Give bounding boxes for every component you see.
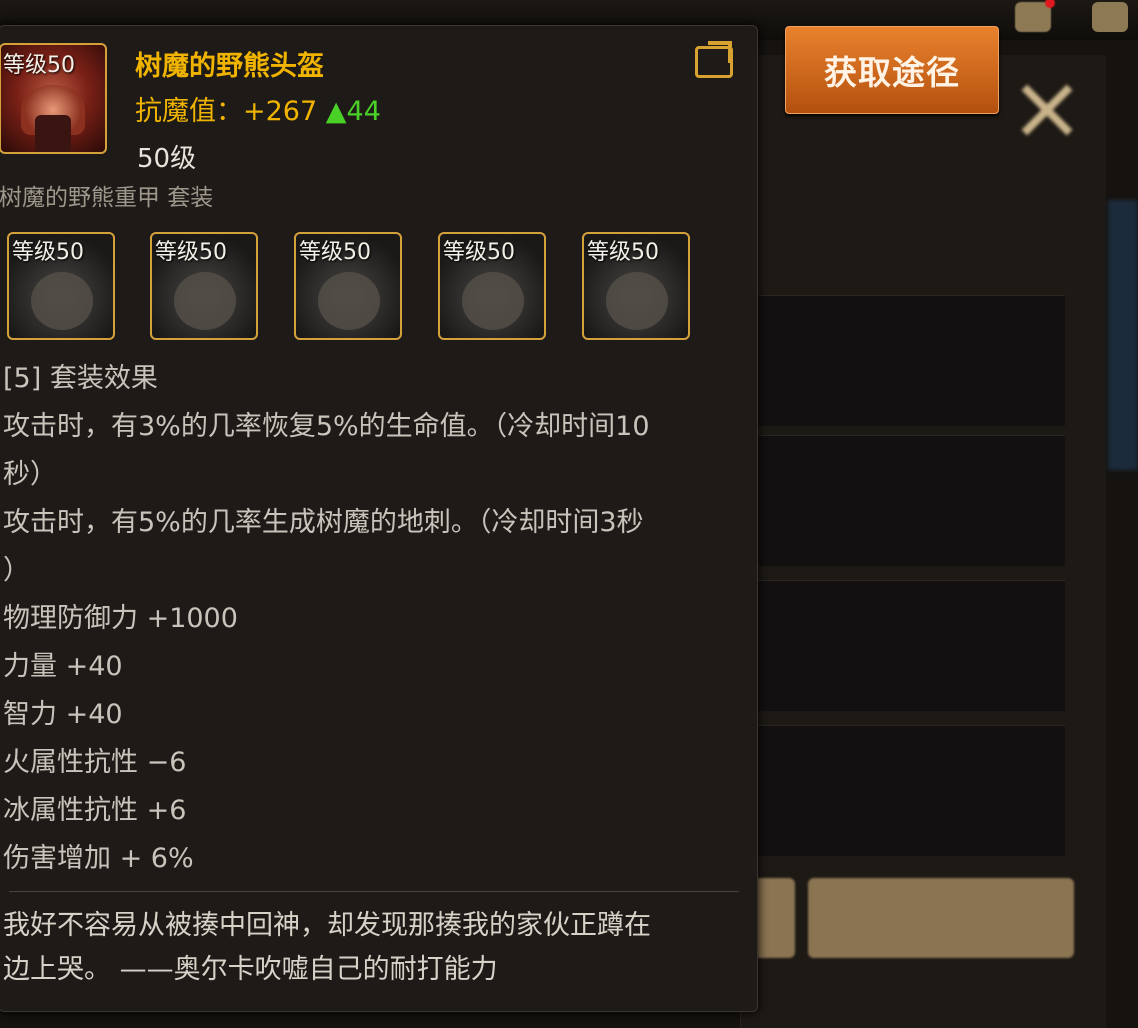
set-effect-line: 秒） (3, 459, 57, 490)
set-name: 树魔的野熊重甲 套装 (0, 185, 214, 211)
set-piece-slot[interactable]: 等级50 (150, 232, 258, 340)
chat-icon[interactable] (1092, 2, 1128, 32)
armor-icon (31, 272, 93, 330)
required-level: 50级 (137, 144, 197, 174)
belt-icon (462, 272, 524, 330)
attribute-line: 冰属性抗性 +6 (3, 795, 187, 826)
set-piece-level: 等级50 (12, 240, 84, 265)
set-piece-slot[interactable]: 等级50 (582, 232, 690, 340)
stat-value: +267 (243, 96, 318, 127)
background-list-row (750, 435, 1065, 566)
set-piece-slot[interactable]: 等级50 (294, 232, 402, 340)
set-piece-slot[interactable]: 等级50 (7, 232, 115, 340)
lore-line: 我好不容易从被揍中回神，却发现那揍我的家伙正蹲在 (3, 910, 651, 941)
attribute-line: 智力 +40 (3, 699, 123, 730)
set-piece-level: 等级50 (443, 240, 515, 265)
set-effect-line: 攻击时，有5%的几率生成树魔的地刺。（冷却时间3秒 (3, 507, 644, 538)
acquire-route-label: 获取途径 (824, 53, 960, 92)
set-piece-slot[interactable]: 等级50 (438, 232, 546, 340)
close-icon[interactable] (1015, 78, 1079, 142)
item-name: 树魔的野熊头盔 (135, 51, 324, 82)
acquire-route-button[interactable]: 获取途径 (785, 26, 999, 114)
shoulder-icon (318, 272, 380, 330)
set-piece-level: 等级50 (155, 240, 227, 265)
background-list-row (750, 725, 1065, 856)
set-effect-title: [5] 套装效果 (3, 363, 158, 394)
background-list-row (750, 295, 1065, 426)
background-edge (1108, 200, 1138, 470)
stat-label: 抗魔值： (135, 96, 243, 127)
background-list-row (750, 580, 1065, 711)
set-effect-line: 攻击时，有3%的几率恢复5%的生命值。（冷却时间10 (3, 411, 650, 442)
legs-icon (174, 272, 236, 330)
stat-delta: ▲44 (325, 96, 381, 127)
attribute-line: 物理防御力 +1000 (3, 603, 238, 634)
helmet-icon: 等级50 (0, 43, 107, 154)
share-icon[interactable] (695, 46, 733, 78)
set-piece-level: 等级50 (587, 240, 659, 265)
attribute-line: 伤害增加 + 6% (3, 843, 194, 874)
divider (9, 891, 739, 892)
helmet-guard-shape (35, 115, 71, 152)
item-tooltip: 等级50 树魔的野熊头盔 抗魔值：+267 ▲44 50级 树魔的野熊重甲 套装… (0, 25, 758, 1012)
set-piece-level: 等级50 (299, 240, 371, 265)
attribute-line: 力量 +40 (3, 651, 123, 682)
set-effect-line: ） (3, 555, 30, 586)
magic-resist-stat: 抗魔值：+267 ▲44 (135, 89, 381, 128)
lore-text: 我好不容易从被揍中回神，却发现那揍我的家伙正蹲在 边上哭。 ——奥尔卡吹嘘自己的… (3, 904, 733, 992)
boots-icon (606, 272, 668, 330)
attribute-line: 火属性抗性 −6 (3, 747, 187, 778)
item-level-badge: 等级50 (3, 53, 75, 78)
background-init-button (808, 878, 1074, 958)
mail-icon[interactable] (1015, 0, 1055, 32)
lore-line: 边上哭。 ——奥尔卡吹嘘自己的耐打能力 (3, 954, 498, 985)
